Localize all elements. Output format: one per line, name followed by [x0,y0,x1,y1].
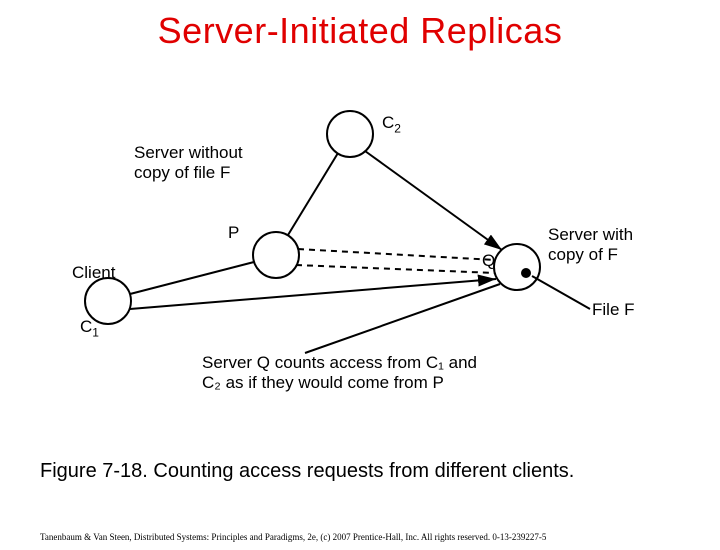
label-server-without: Server without copy of file F [134,143,243,182]
edge-c1-p [130,262,254,294]
figure-caption: Figure 7-18. Counting access requests fr… [40,460,680,483]
label-file-f: File F [592,300,635,320]
file-f-pointer [532,276,590,309]
edge-c2-q [365,151,502,250]
edge-p-q-lower [296,265,495,273]
label-count-note: Server Q counts access from C₁ and C₂ as… [202,353,477,392]
label-c2: C2 [382,113,401,136]
label-q: Q [482,251,495,271]
diagram: C2 Server without copy of file F P Clien… [60,95,660,425]
edge-p-q-upper [298,249,495,260]
node-c2 [327,111,373,157]
note-pointer [305,284,500,353]
label-p: P [228,223,239,243]
label-server-with: Server with copy of F [548,225,633,264]
label-c1: C1 [80,317,99,340]
label-client: Client [72,263,115,283]
edge-c2-p [288,153,338,235]
page-title: Server-Initiated Replicas [0,10,720,52]
copyright-footer: Tanenbaum & Van Steen, Distributed Syste… [40,532,680,542]
node-p [253,232,299,278]
file-f-dot [521,268,531,278]
node-q [494,244,540,290]
